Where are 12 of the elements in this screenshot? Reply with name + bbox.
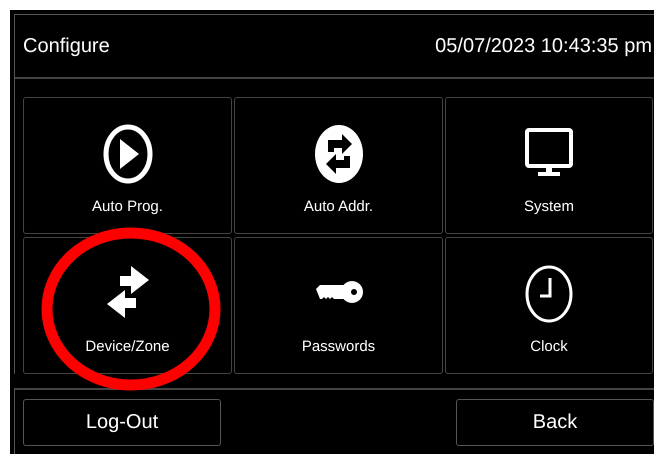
back-button[interactable]: Back xyxy=(456,399,654,446)
date-time: 05/07/2023 10:43:35 pm xyxy=(435,34,652,58)
menu-tile[interactable]: Auto Prog. xyxy=(23,97,232,234)
logout-button[interactable]: Log-Out xyxy=(23,399,221,446)
screen-title: Configure xyxy=(23,34,110,58)
menu-tile[interactable]: Passwords xyxy=(234,237,443,374)
clock-icon xyxy=(524,264,574,324)
play-icon xyxy=(102,124,152,184)
menu-tile[interactable]: Clock xyxy=(445,237,653,374)
menu-tile[interactable]: Auto Addr. xyxy=(234,97,443,234)
swap-icon xyxy=(314,124,364,184)
menu-tile[interactable]: System xyxy=(445,97,653,234)
